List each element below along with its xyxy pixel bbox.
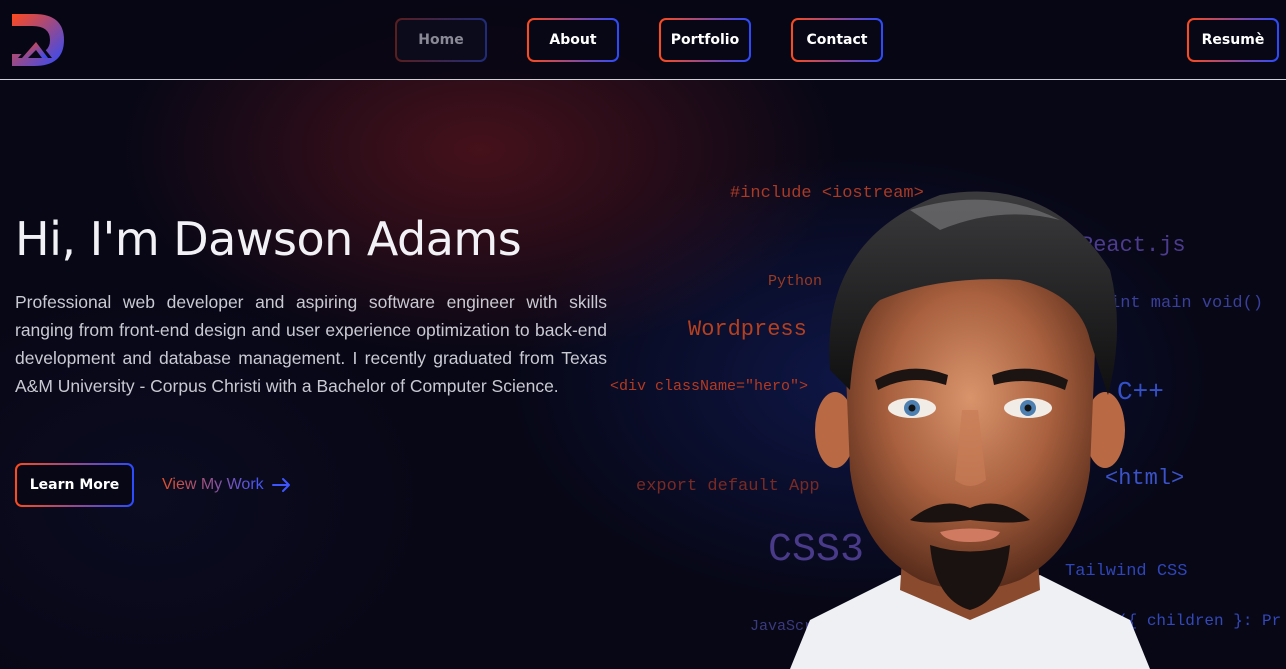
arrow-right-icon	[271, 478, 290, 492]
nav-contact-button[interactable]: Contact	[791, 18, 883, 62]
hero-title: Hi, I'm Dawson Adams	[15, 212, 522, 266]
nav-about-button[interactable]: About	[527, 18, 619, 62]
logo-icon[interactable]	[12, 14, 64, 66]
nav-home-button[interactable]: Home	[395, 18, 487, 62]
resume-button[interactable]: Resumè	[1187, 18, 1279, 62]
view-work-link[interactable]: View My Work	[162, 474, 292, 496]
code-snippet-div-hero: <div className="hero">	[610, 378, 809, 395]
learn-more-button[interactable]: Learn More	[15, 463, 134, 507]
navbar: Home About Portfolio Contact Resumè	[0, 0, 1286, 80]
code-snippet-wordpress: Wordpress	[688, 317, 807, 342]
portrait-photo	[790, 191, 1150, 669]
nav-portfolio-button[interactable]: Portfolio	[659, 18, 751, 62]
hero-description: Professional web developer and aspiring …	[15, 292, 607, 396]
view-work-label: View My Work	[162, 476, 264, 493]
